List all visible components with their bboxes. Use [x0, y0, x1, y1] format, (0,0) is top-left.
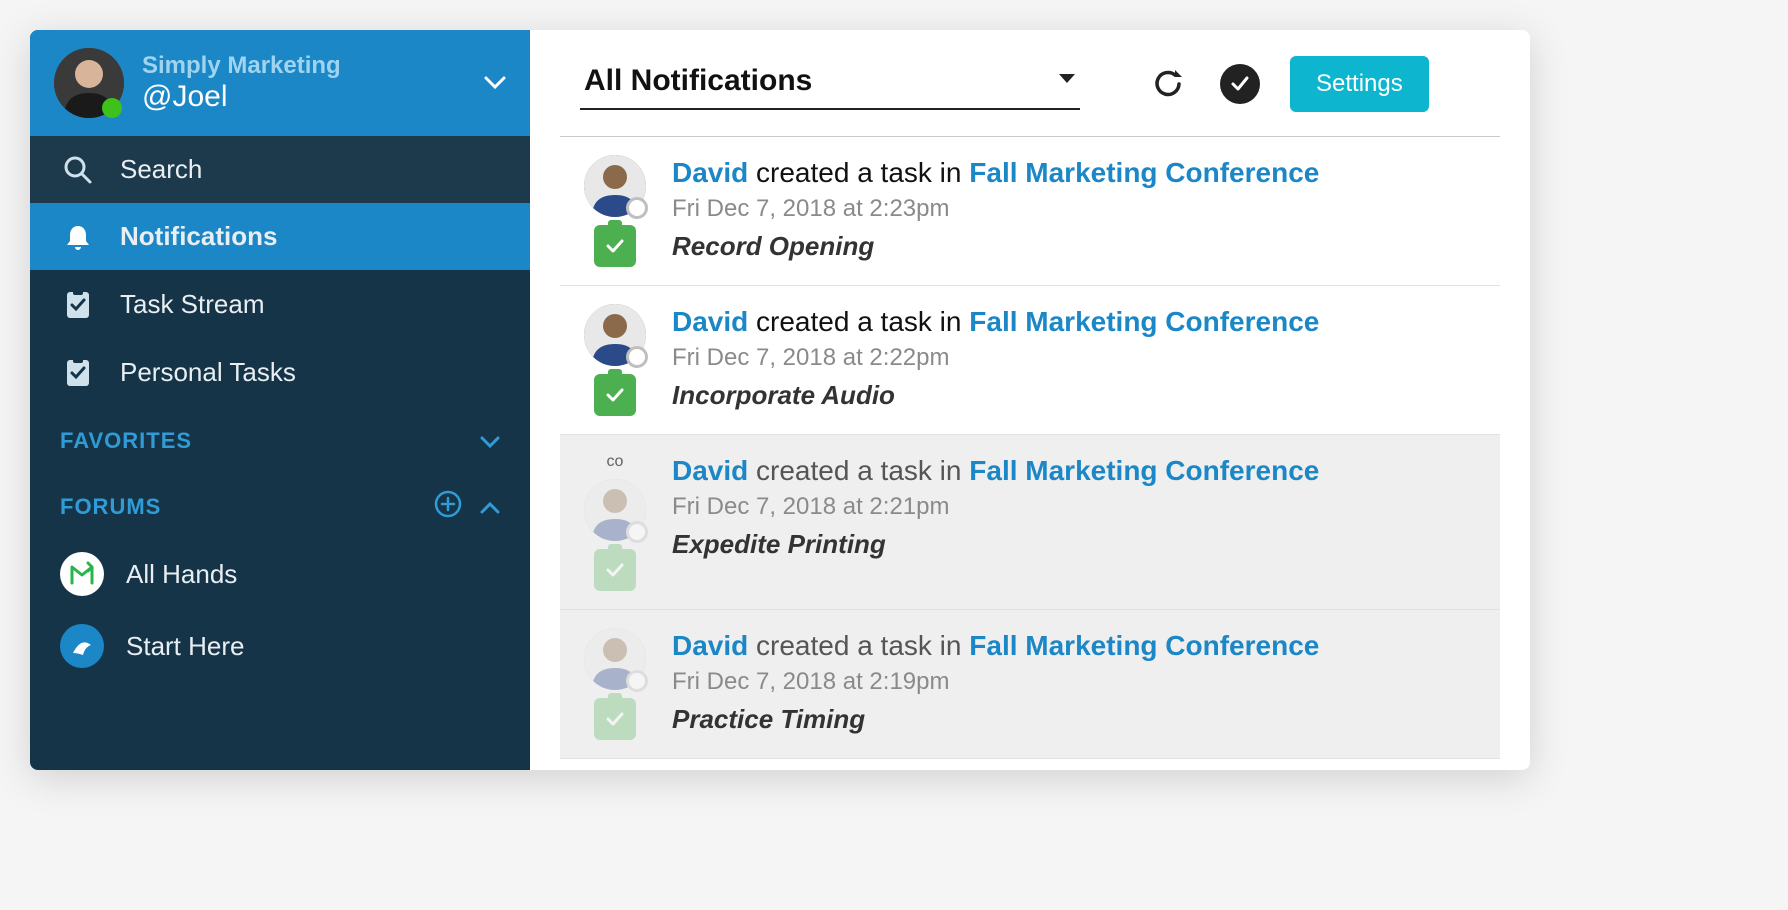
actor-link[interactable]: David — [672, 306, 748, 337]
presence-ring-icon — [626, 197, 648, 219]
clipboard-check-icon — [60, 356, 96, 388]
target-link[interactable]: Fall Marketing Conference — [969, 630, 1319, 661]
notification-title: David created a task in Fall Marketing C… — [672, 453, 1480, 489]
nav-personal-tasks[interactable]: Personal Tasks — [30, 338, 530, 406]
notification-body: David created a task in Fall Marketing C… — [672, 628, 1480, 740]
forum-item-label: All Hands — [126, 559, 237, 590]
target-link[interactable]: Fall Marketing Conference — [969, 455, 1319, 486]
task-icon — [594, 225, 636, 267]
notification-title: David created a task in Fall Marketing C… — [672, 628, 1480, 664]
caret-down-icon — [1058, 72, 1076, 90]
actor-link[interactable]: David — [672, 157, 748, 188]
notification-avatar-col — [580, 155, 650, 267]
notification-body: David created a task in Fall Marketing C… — [672, 155, 1480, 267]
task-icon — [594, 549, 636, 591]
clipboard-check-icon — [60, 288, 96, 320]
notification-row[interactable]: David created a task in Fall Marketing C… — [560, 610, 1500, 759]
notification-verb: created a task in — [748, 455, 969, 486]
sidebar: Simply Marketing @Joel Search Notificati… — [30, 30, 530, 770]
notification-verb: created a task in — [748, 630, 969, 661]
bell-icon — [60, 222, 96, 252]
nav-task-stream-label: Task Stream — [120, 289, 265, 320]
notification-task: Incorporate Audio — [672, 380, 1480, 411]
actor-avatar — [584, 628, 646, 690]
section-favorites[interactable]: FAVORITES — [30, 406, 530, 468]
nav-search[interactable]: Search — [30, 136, 530, 203]
actor-avatar — [584, 304, 646, 366]
notification-avatar-col — [580, 304, 650, 416]
profile-handle: @Joel — [142, 80, 466, 114]
nav-notifications-label: Notifications — [120, 221, 277, 252]
actor-link[interactable]: David — [672, 630, 748, 661]
profile-avatar — [54, 48, 124, 118]
presence-ring-icon — [626, 346, 648, 368]
nav-notifications[interactable]: Notifications — [30, 203, 530, 270]
notification-body: David created a task in Fall Marketing C… — [672, 453, 1480, 591]
refresh-button[interactable] — [1146, 62, 1190, 106]
refresh-icon — [1151, 67, 1185, 101]
check-circle-icon — [1220, 64, 1260, 104]
notification-title: David created a task in Fall Marketing C… — [672, 155, 1480, 191]
profile-org: Simply Marketing — [142, 52, 466, 80]
chevron-up-icon[interactable] — [480, 494, 500, 520]
notification-verb: created a task in — [748, 306, 969, 337]
actor-avatar — [584, 479, 646, 541]
notification-row[interactable]: David created a task in Fall Marketing C… — [560, 286, 1500, 435]
notification-task: Expedite Printing — [672, 529, 1480, 560]
notification-row[interactable]: co David created a task in Fall Marketin… — [560, 435, 1500, 610]
section-forums[interactable]: FORUMS — [30, 468, 530, 538]
main-panel: All Notifications Settings — [530, 30, 1530, 770]
nav-search-label: Search — [120, 154, 202, 185]
app-window: Simply Marketing @Joel Search Notificati… — [30, 30, 1530, 770]
presence-ring-icon — [626, 521, 648, 543]
notification-time: Fri Dec 7, 2018 at 2:19pm — [672, 668, 1480, 696]
profile-header[interactable]: Simply Marketing @Joel — [30, 30, 530, 136]
forum-item-label: Start Here — [126, 631, 245, 662]
forum-icon — [60, 552, 104, 596]
task-icon — [594, 374, 636, 416]
section-forums-label: FORUMS — [60, 494, 161, 520]
notifications-list: David created a task in Fall Marketing C… — [530, 137, 1530, 770]
chevron-down-icon[interactable] — [484, 70, 506, 96]
profile-text: Simply Marketing @Joel — [142, 52, 466, 114]
search-icon — [60, 155, 96, 185]
plus-circle-icon[interactable] — [434, 490, 462, 524]
filter-dropdown[interactable]: All Notifications — [580, 58, 1080, 110]
chevron-down-icon[interactable] — [480, 428, 500, 454]
nav-task-stream[interactable]: Task Stream — [30, 270, 530, 338]
forum-item-all-hands[interactable]: All Hands — [30, 538, 530, 610]
target-link[interactable]: Fall Marketing Conference — [969, 157, 1319, 188]
notification-body: David created a task in Fall Marketing C… — [672, 304, 1480, 416]
notification-title: David created a task in Fall Marketing C… — [672, 304, 1480, 340]
presence-ring-icon — [626, 670, 648, 692]
target-link[interactable]: Fall Marketing Conference — [969, 306, 1319, 337]
notification-time: Fri Dec 7, 2018 at 2:22pm — [672, 344, 1480, 372]
notification-verb: created a task in — [748, 157, 969, 188]
forum-item-start-here[interactable]: Start Here — [30, 610, 530, 682]
task-icon — [594, 698, 636, 740]
notification-time: Fri Dec 7, 2018 at 2:21pm — [672, 493, 1480, 521]
forum-icon — [60, 624, 104, 668]
notification-task: Record Opening — [672, 231, 1480, 262]
presence-online-icon — [102, 98, 122, 118]
actor-avatar — [584, 155, 646, 217]
toolbar: All Notifications Settings — [530, 30, 1530, 122]
notification-avatar-col: co — [580, 453, 650, 591]
notification-task: Practice Timing — [672, 704, 1480, 735]
notification-time: Fri Dec 7, 2018 at 2:23pm — [672, 195, 1480, 223]
filter-label: All Notifications — [584, 64, 812, 98]
actor-link[interactable]: David — [672, 455, 748, 486]
settings-button[interactable]: Settings — [1290, 56, 1429, 112]
nav-personal-tasks-label: Personal Tasks — [120, 357, 296, 388]
mark-all-read-button[interactable] — [1218, 62, 1262, 106]
section-favorites-label: FAVORITES — [60, 428, 192, 454]
notification-avatar-col — [580, 628, 650, 740]
notification-row[interactable]: David created a task in Fall Marketing C… — [560, 137, 1500, 286]
